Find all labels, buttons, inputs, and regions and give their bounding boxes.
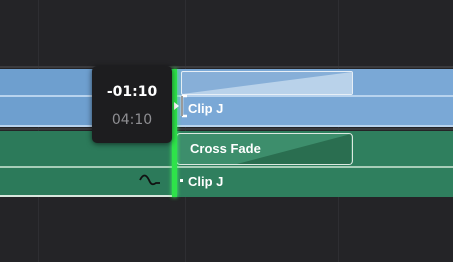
audio-crossfade-transition[interactable]: Cross Fade — [176, 133, 353, 165]
audio-track-separator — [0, 166, 453, 168]
audio-clip-label-text: Clip J — [188, 174, 224, 189]
trim-duration-value: 04:10 — [111, 112, 153, 128]
audio-clip-bottom-border — [0, 195, 174, 197]
fade-curve-icon[interactable] — [138, 172, 162, 190]
trim-cursor-icon — [174, 94, 187, 118]
track-divider — [0, 128, 453, 130]
trim-tooltip: -01:10 04:10 — [92, 66, 172, 143]
video-transition-ramp — [182, 72, 352, 94]
clip-marker-dot — [180, 179, 183, 183]
video-transition[interactable] — [181, 71, 353, 95]
track-divider — [0, 66, 453, 68]
edit-point-marker[interactable] — [172, 69, 177, 197]
audio-clip-label: Clip J — [180, 174, 223, 189]
crossfade-label: Cross Fade — [190, 141, 261, 156]
timeline-panel[interactable]: Clip J Cross Fade Clip J -01:10 04:10 — [0, 0, 453, 262]
trim-offset-value: -01:10 — [106, 84, 158, 100]
